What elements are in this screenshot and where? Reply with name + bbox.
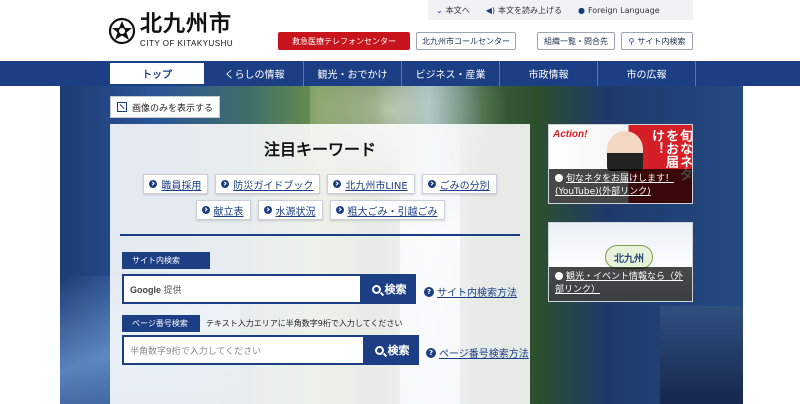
keyword-link-recruitment[interactable]: 職員採用 — [143, 174, 209, 194]
question-icon: ? — [424, 286, 434, 297]
site-search-input[interactable]: Google 提供 — [122, 274, 362, 304]
globe-icon: ● — [577, 5, 585, 15]
logo-text: 北九州市 CITY OF KITAKYUSHU — [140, 12, 234, 49]
nav-city-admin[interactable]: 市政情報 — [500, 61, 598, 86]
logo-english: CITY OF KITAKYUSHU — [140, 39, 234, 48]
keyword-title: 注目キーワード — [263, 140, 376, 159]
site-search-howto-label: サイト内検索方法 — [437, 288, 517, 299]
page-number-howto-link[interactable]: ? ページ番号検索方法 — [426, 345, 529, 360]
search-icon — [371, 284, 381, 294]
nav-living[interactable]: くらしの情報 — [206, 61, 304, 86]
question-icon: ? — [426, 347, 436, 358]
nav-business[interactable]: ビジネス・産業 — [402, 61, 500, 86]
keyword-link-water-source[interactable]: 水源状況 — [257, 200, 323, 220]
keyword-link-garbage-sorting[interactable]: ごみの分別 — [421, 174, 497, 194]
nav-top[interactable]: トップ — [108, 61, 206, 86]
site-header: 北九州市 CITY OF KITAKYUSHU ⌄ 本文へ ◀) 本文を読み上げ… — [0, 0, 800, 60]
site-search-submit-label: 検索 — [384, 283, 407, 296]
read-aloud-label: 本文を読み上げる — [497, 5, 562, 15]
emergency-telephone-button[interactable]: 救急医療テレフォンセンター — [278, 32, 410, 50]
city-emblem-icon — [108, 17, 136, 45]
banner-person — [607, 131, 643, 171]
keyword-label: ごみの分別 — [439, 180, 490, 192]
banner-youtube-caption: 旬なネタをお届けします！(YouTube)(外部リンク) — [549, 169, 692, 203]
foreign-language-label: Foreign Language — [587, 5, 660, 15]
page-number-input[interactable]: 半角数字9桁で入力してください — [122, 335, 365, 365]
site-search-button[interactable]: ⚲ サイト内検索 — [621, 32, 693, 50]
banner-tourism-caption-text: 観光・イベント情報なら（外部リンク） — [555, 272, 684, 295]
show-image-only-button[interactable]: 画像のみを表示する — [110, 96, 220, 118]
page-number-submit-button[interactable]: 検索 — [365, 335, 419, 365]
keyword-row-1: 職員採用 防災ガイドブック 北九州市LINE ごみの分別 — [110, 174, 530, 194]
organization-list-button[interactable]: 組織一覧・問合先 — [537, 32, 615, 50]
site-logo[interactable]: 北九州市 CITY OF KITAKYUSHU — [108, 14, 233, 48]
keyword-search-panel: 注目キーワード 職員採用 防災ガイドブック 北九州市LINE ごみの分別 献立表… — [110, 124, 530, 404]
page-number-howto-label: ページ番号検索方法 — [439, 349, 529, 360]
keyword-link-line[interactable]: 北九州市LINE — [327, 174, 415, 194]
arrow-circle-icon — [221, 180, 230, 188]
page-number-submit-label: 検索 — [387, 344, 410, 357]
keyword-row-2: 献立表 水源状況 粗大ごみ・引越ごみ — [110, 200, 530, 220]
arrow-circle-icon — [555, 174, 563, 182]
keyword-label: 職員採用 — [161, 180, 202, 192]
site-search-howto-link[interactable]: ? サイト内検索方法 — [424, 284, 517, 299]
panel-divider — [120, 234, 520, 236]
site-search-submit-button[interactable]: 検索 — [362, 274, 416, 304]
arrow-circle-icon — [263, 206, 272, 214]
keyword-link-disaster-guide[interactable]: 防災ガイドブック — [215, 174, 321, 194]
arrow-circle-icon — [335, 206, 344, 214]
banner-action-logo: Action! — [553, 129, 588, 140]
keyword-label: 水源状況 — [275, 206, 316, 218]
utility-links: ⌄ 本文へ ◀) 本文を読み上げる ● Foreign Language — [428, 0, 693, 20]
skip-to-content-link[interactable]: ⌄ 本文へ — [428, 5, 478, 16]
image-toggle-icon — [117, 102, 127, 112]
global-nav-items: トップ くらしの情報 観光・おでかけ ビジネス・産業 市政情報 市の広報 — [108, 61, 696, 86]
page-number-search-tag: ページ番号検索 — [122, 315, 200, 332]
logo-japanese: 北九州市 — [140, 12, 233, 37]
banner-tourism[interactable]: 北九州 観光・イベント情報なら（外部リンク） — [548, 222, 693, 302]
keyword-link-bulky-garbage[interactable]: 粗大ごみ・引越ごみ — [329, 200, 445, 220]
hero-ship — [660, 306, 743, 404]
keyword-label: 粗大ごみ・引越ごみ — [347, 206, 438, 218]
search-icon — [374, 345, 384, 355]
banner-youtube-caption-text: 旬なネタをお届けします！(YouTube)(外部リンク) — [555, 174, 675, 197]
banner-tourism-logo: 北九州 — [605, 245, 653, 269]
google-attribution: Google 提供 — [130, 284, 182, 295]
arrow-circle-icon — [201, 206, 210, 214]
nav-tourism[interactable]: 観光・おでかけ — [304, 61, 402, 86]
banner-youtube[interactable]: Action! 旬なネタをお届け！ 旬なネタをお届けします！(YouTube)(… — [548, 124, 693, 204]
foreign-language-link[interactable]: ● Foreign Language — [570, 6, 668, 15]
speaker-icon: ◀) — [485, 5, 495, 15]
arrow-circle-icon — [149, 180, 158, 188]
chevron-down-icon: ⌄ — [436, 5, 443, 15]
read-aloud-link[interactable]: ◀) 本文を読み上げる — [478, 5, 570, 16]
global-nav: トップ くらしの情報 観光・おでかけ ビジネス・産業 市政情報 市の広報 — [0, 61, 800, 86]
nav-public-relations[interactable]: 市の広報 — [598, 61, 696, 86]
show-image-only-label: 画像のみを表示する — [132, 103, 214, 114]
keyword-link-menu[interactable]: 献立表 — [195, 200, 251, 220]
arrow-circle-icon — [427, 180, 436, 188]
keyword-label: 防災ガイドブック — [233, 180, 314, 192]
site-search-tag: サイト内検索 — [122, 252, 210, 269]
site-search-label: サイト内検索 — [637, 36, 686, 46]
keyword-label: 献立表 — [213, 206, 244, 218]
call-center-button[interactable]: 北九州市コールセンター — [416, 32, 516, 50]
search-icon: ⚲ — [628, 36, 635, 46]
arrow-circle-icon — [333, 180, 342, 188]
keyword-label: 北九州市LINE — [345, 180, 408, 192]
arrow-circle-icon — [555, 272, 563, 280]
page-number-placeholder: 半角数字9桁で入力してください — [130, 346, 262, 357]
page-number-hint: テキスト入力エリアに半角数字9桁で入力してください — [206, 319, 403, 328]
skip-to-content-label: 本文へ — [445, 5, 470, 15]
banner-tourism-caption: 観光・イベント情報なら（外部リンク） — [549, 267, 692, 301]
